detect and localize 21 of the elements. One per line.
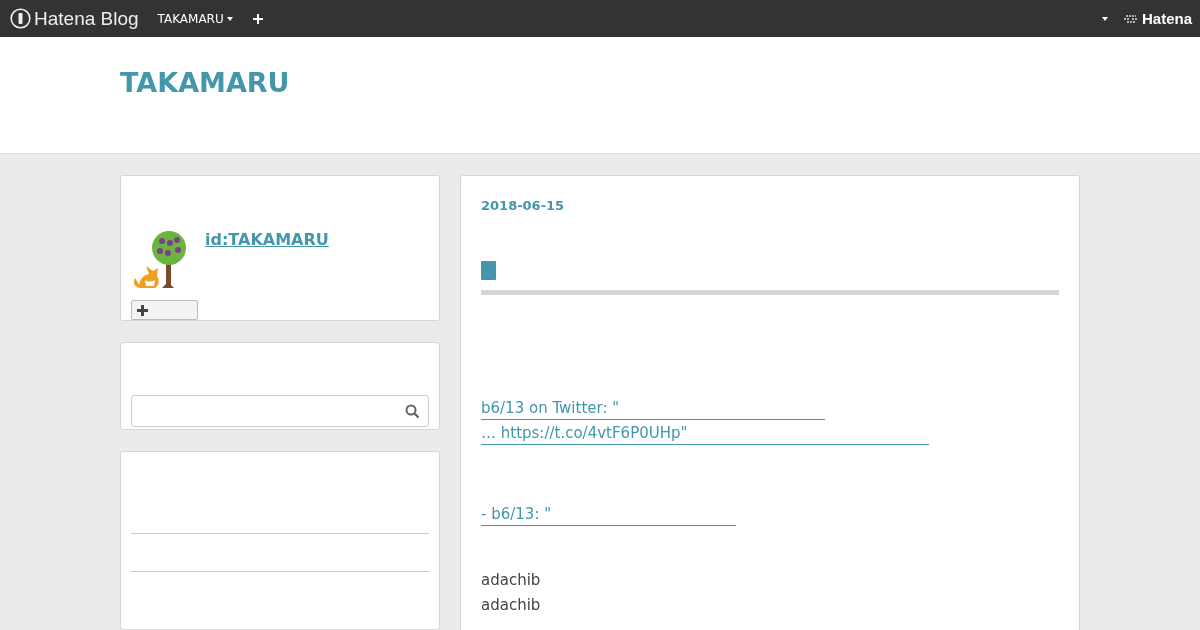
heading-marker bbox=[481, 261, 496, 280]
follow-button[interactable] bbox=[131, 300, 198, 320]
logo-icon bbox=[1123, 13, 1138, 24]
plus-icon[interactable] bbox=[252, 13, 263, 24]
tweet-link[interactable]: … https://t.co/4vtF6P0UHp" bbox=[481, 422, 929, 445]
entry-text: adachib bbox=[481, 570, 542, 591]
hatena-logo[interactable]: Hatena bbox=[1123, 10, 1192, 27]
search-icon[interactable] bbox=[405, 403, 420, 419]
hatena-blog-logo[interactable]: Hatena Blog bbox=[10, 7, 139, 30]
blog-title[interactable]: TAKAMARU bbox=[120, 67, 290, 98]
tweet-link[interactable]: - b6/13: " bbox=[481, 503, 736, 526]
logo-icon bbox=[10, 8, 31, 29]
caret-icon[interactable] bbox=[1101, 16, 1108, 21]
blog-menu[interactable]: TAKAMARU bbox=[157, 11, 233, 26]
plus-icon bbox=[137, 304, 148, 316]
tweet-link[interactable]: b6/13 on Twitter: " bbox=[481, 397, 825, 420]
user-id-link[interactable]: id:TAKAMARU bbox=[205, 230, 329, 249]
search-field[interactable] bbox=[131, 395, 429, 427]
entry-date[interactable]: 2018-06-15 bbox=[481, 198, 565, 213]
entry-text: adachib bbox=[481, 595, 542, 616]
caret-icon bbox=[226, 16, 233, 21]
